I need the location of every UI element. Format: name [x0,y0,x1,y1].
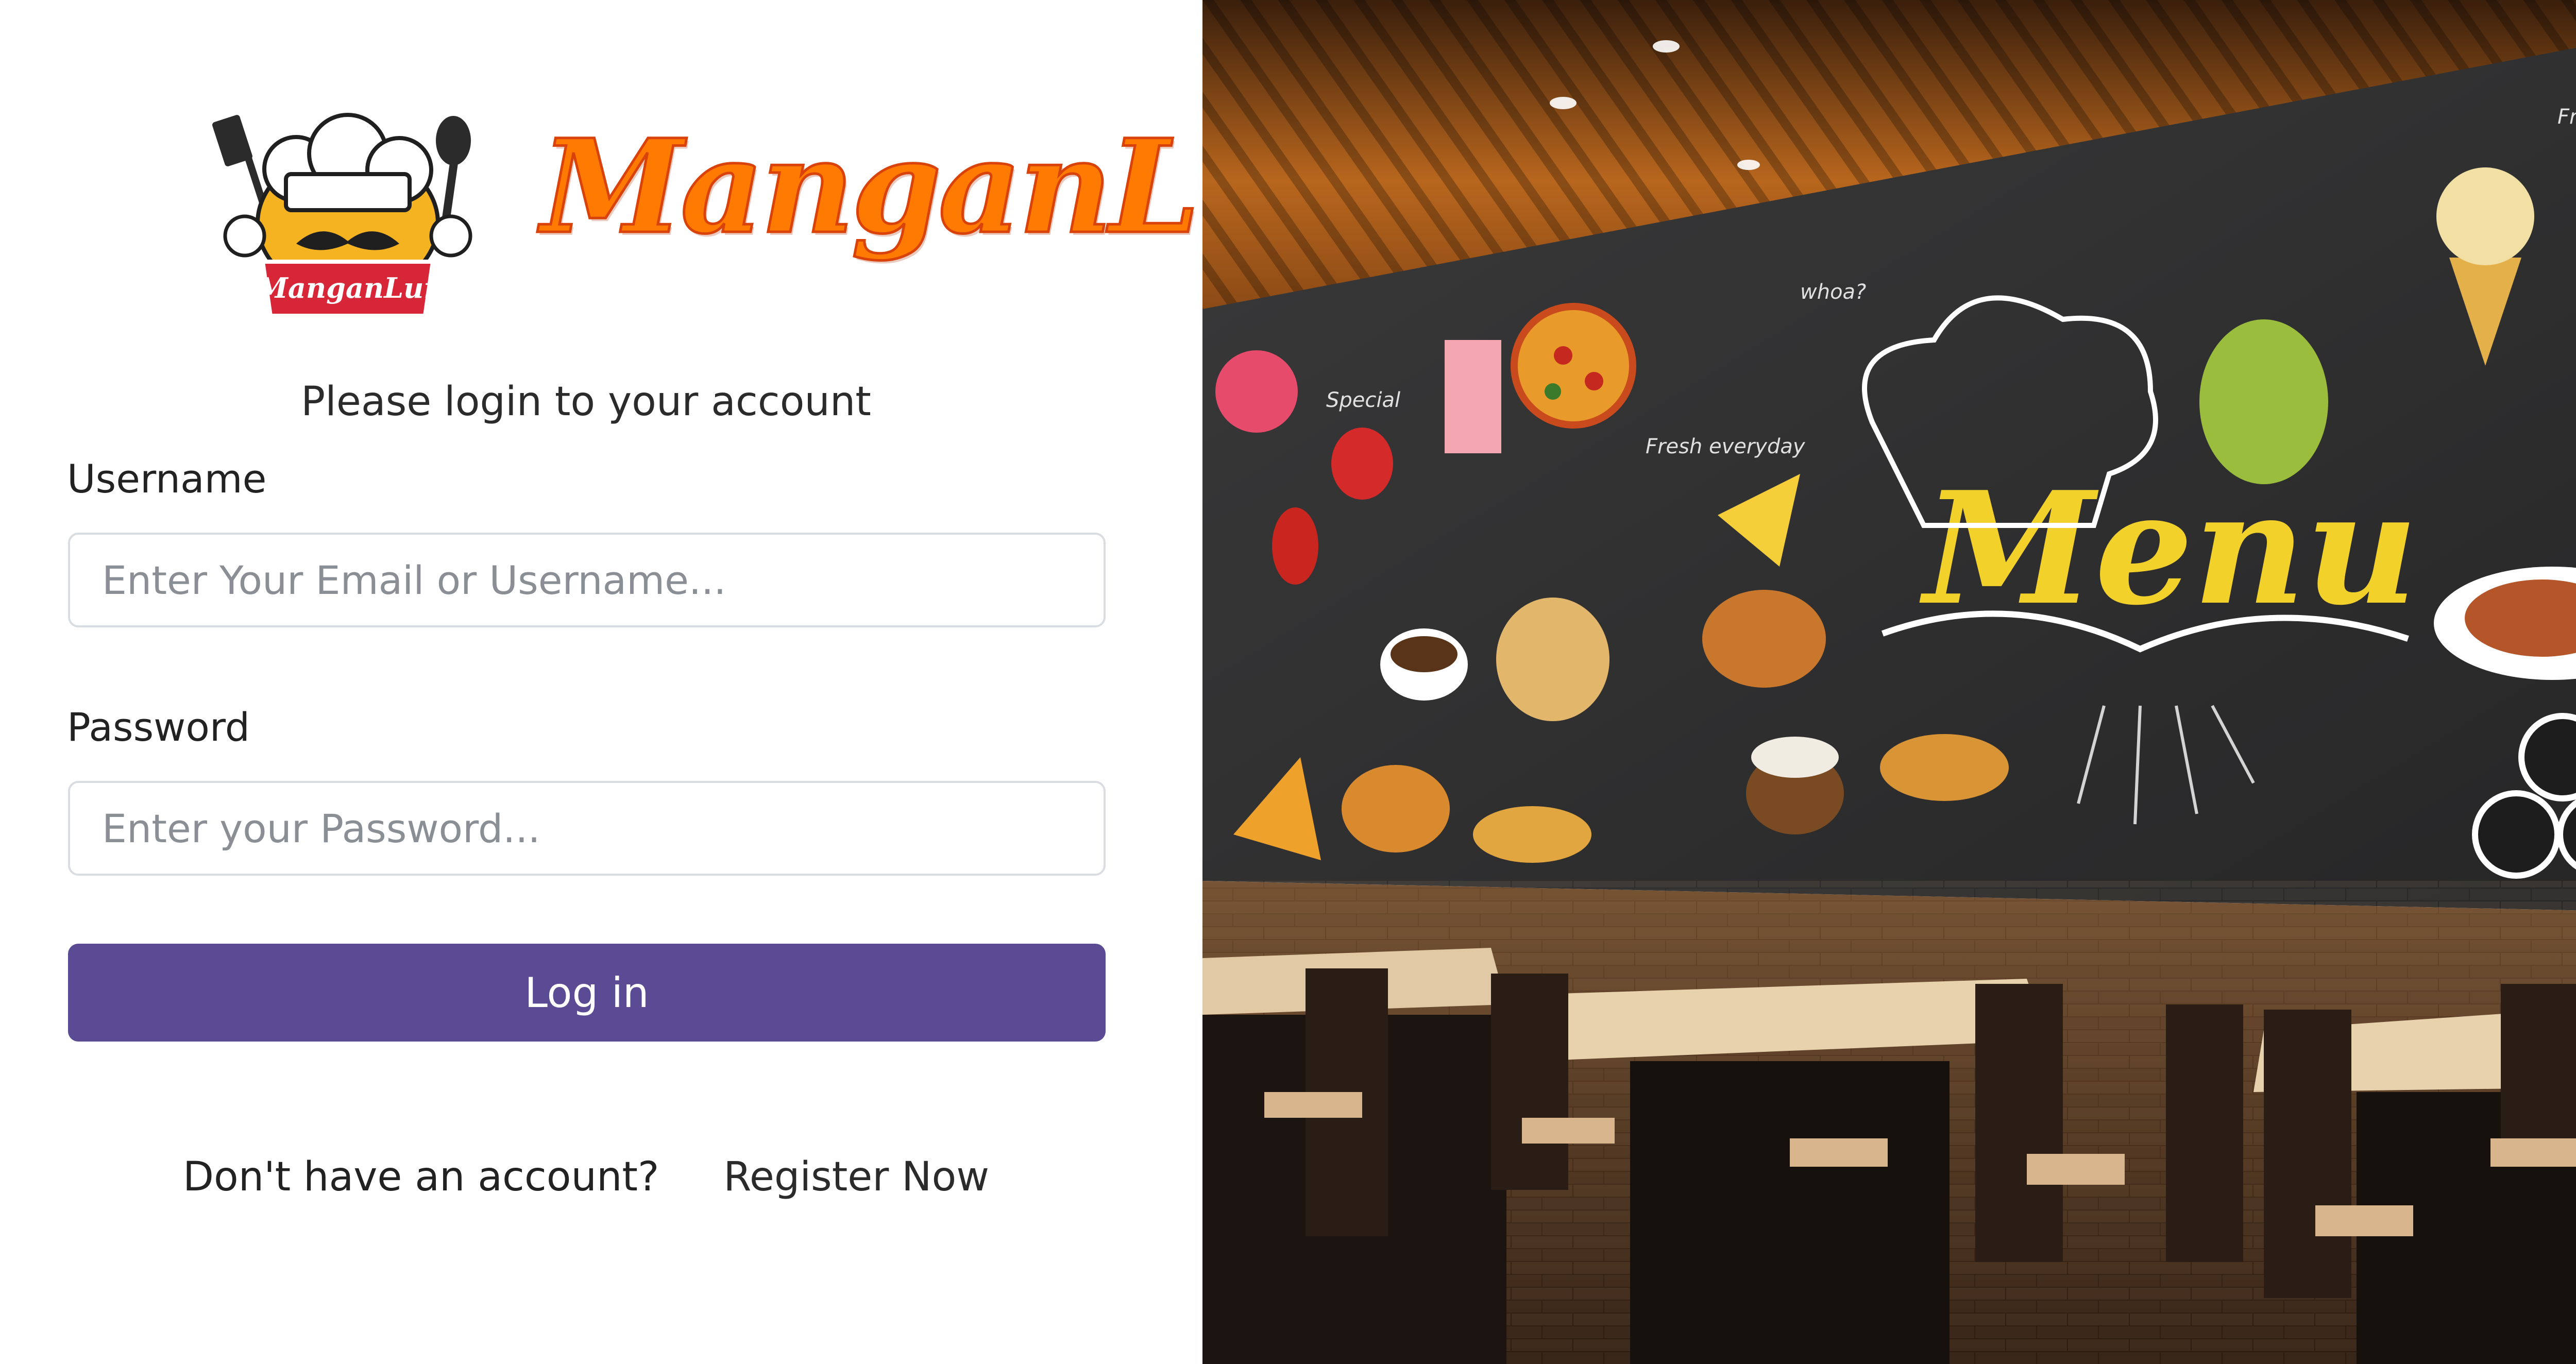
fruit-glass [1215,350,1298,433]
pepper [1272,507,1318,585]
login-subtitle: Please login to your account [301,379,871,425]
sushi [2518,713,2576,802]
chef-mascot-logo: ManganLur [212,113,472,318]
svg-text:whoa?: whoa? [1800,280,1866,304]
password-label: Password [67,704,250,750]
pasta [1496,598,1609,721]
svg-text:Fresh: Fresh [2557,105,2576,129]
pizza [1511,303,1636,429]
login-button[interactable]: Log in [68,944,1106,1042]
register-prompt: Don't have an account? [183,1154,659,1200]
strawberry [1331,428,1393,500]
burger [1342,765,1450,852]
burrito [2199,319,2328,484]
username-label: Username [67,456,267,502]
svg-text:Fresh everyday: Fresh everyday [1646,435,1806,458]
croissant [1880,734,2009,801]
logo-badge-text: ManganLur [256,271,440,304]
register-link[interactable]: Register Now [723,1154,989,1200]
login-panel: ManganLur ManganLur Please login to your… [0,0,1357,1364]
roast-chicken [1702,590,1826,688]
popcorn [1445,340,1501,453]
restaurant-hero-image: Menu Special Fresh everyday whoa? Fr [1202,0,2576,1364]
svg-text:Special: Special [1326,388,1400,412]
password-input[interactable] [68,781,1106,876]
restaurant-illustration: Menu Special Fresh everyday whoa? Fr [1202,0,2576,1364]
hotdog [1473,806,1591,863]
register-row: Don't have an account? Register Now [0,1154,1172,1200]
username-input[interactable] [68,533,1106,627]
